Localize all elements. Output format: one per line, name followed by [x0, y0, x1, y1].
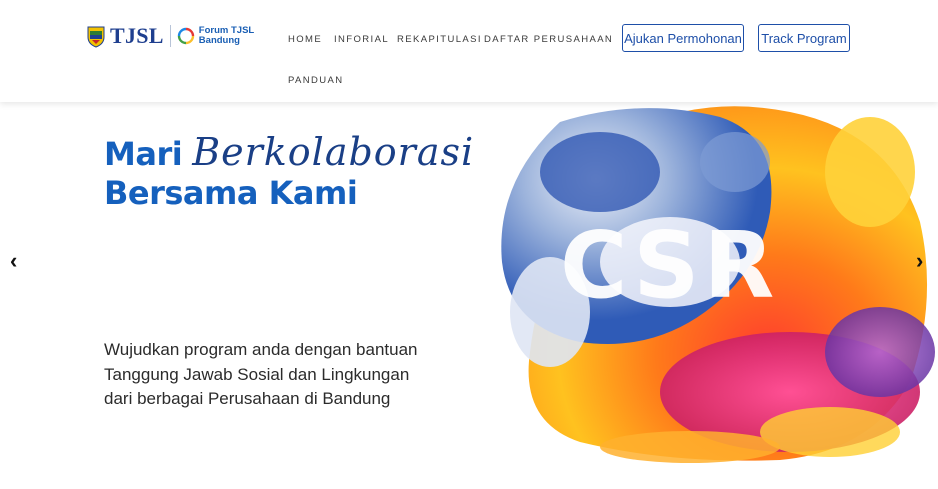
forum-tjsl-icon: [177, 27, 194, 45]
csr-art-text: CSR: [560, 212, 778, 319]
nav-home[interactable]: HOME: [288, 34, 322, 45]
forum-label-line2: Bandung: [198, 35, 240, 46]
track-program-button[interactable]: Track Program: [758, 24, 850, 52]
hero-title-line1: Mari Berkolaborasi: [104, 130, 474, 174]
hero-title-word: Mari: [104, 135, 183, 173]
nav-panduan[interactable]: PANDUAN: [288, 75, 344, 86]
hero-description: Wujudkan program anda dengan bantuan Tan…: [104, 338, 464, 412]
hero-title-line2: Bersama Kami: [104, 174, 358, 212]
hero-title-script: Berkolaborasi: [192, 130, 475, 174]
forum-label: Forum TJSL Bandung: [199, 26, 254, 46]
hero-slider: Mari Berkolaborasi Bersama Kami Wujudkan…: [0, 102, 938, 489]
hero-desc-line: Tanggung Jawab Sosial dan Lingkungan: [104, 364, 410, 384]
logo-divider: [169, 25, 171, 47]
site-header: TJSL Forum TJSL Bandung HOME INFORIAL RE…: [0, 0, 938, 102]
apply-button[interactable]: Ajukan Permohonan: [622, 24, 744, 52]
logo-text: TJSL: [110, 23, 164, 48]
hero-desc-line: Wujudkan program anda dengan bantuan: [104, 340, 418, 359]
slider-next-arrow-icon[interactable]: ›: [916, 250, 923, 272]
site-logo[interactable]: TJSL Forum TJSL Bandung: [86, 22, 254, 50]
bandung-crest-icon: [87, 26, 105, 48]
nav-inforial[interactable]: INFORIAL: [334, 34, 389, 45]
hero-desc-line: dari berbagai Perusahaan di Bandung: [104, 389, 391, 408]
nav-daftar-perusahaan[interactable]: DAFTAR PERUSAHAAN: [484, 34, 613, 45]
nav-rekapitulasi[interactable]: REKAPITULASI: [397, 34, 482, 45]
slider-prev-arrow-icon[interactable]: ‹: [10, 250, 17, 272]
csr-paint-splash-image: CSR: [501, 106, 935, 463]
